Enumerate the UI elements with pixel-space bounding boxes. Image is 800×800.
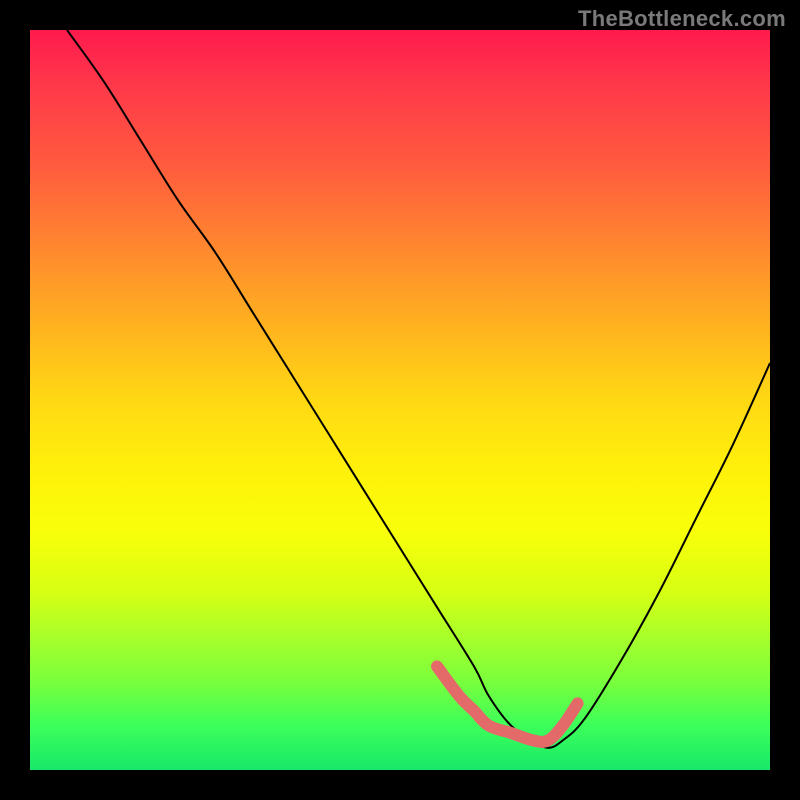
chart-svg — [30, 30, 770, 770]
accent-band — [437, 666, 578, 742]
chart-stage: TheBottleneck.com — [0, 0, 800, 800]
plot-area — [30, 30, 770, 770]
watermark-text: TheBottleneck.com — [578, 6, 786, 32]
bottleneck-curve — [67, 30, 770, 748]
